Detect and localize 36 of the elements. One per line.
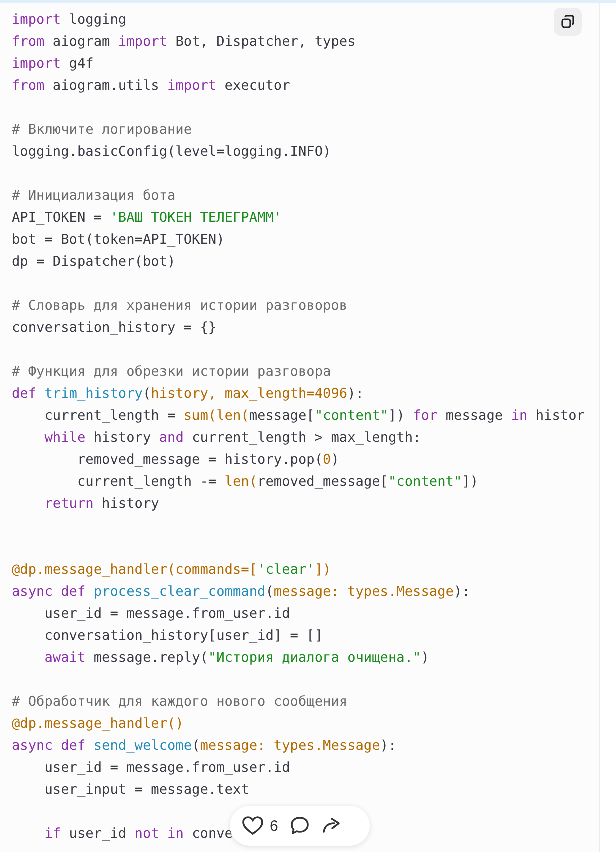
- code-line: logging.basicConfig(level=logging.INFO): [12, 143, 332, 162]
- like-count: 6: [270, 818, 278, 834]
- comment-icon[interactable]: [290, 816, 310, 836]
- share-icon[interactable]: [322, 817, 342, 835]
- code-line: from aiogram import Bot, Dispatcher, types: [12, 33, 356, 52]
- copy-button[interactable]: [554, 8, 582, 36]
- code-line: return history: [44, 495, 160, 514]
- code-line: # Обработчик для каждого нового сообщения: [12, 693, 348, 712]
- code-line: @dp.message_handler(commands=['clear']): [12, 561, 332, 580]
- code-line: # Функция для обрезки истории разговора: [12, 363, 332, 382]
- code-line: import logging: [12, 11, 127, 30]
- code-line: async def send_welcome(message: types.Message):: [12, 737, 397, 756]
- code-line: conversation_history[user_id] = []: [44, 627, 323, 646]
- code-line: dp = Dispatcher(bot): [12, 253, 176, 272]
- code-line: def trim_history(history, max_length=4096):: [12, 385, 364, 404]
- code-line: removed_message = history.pop(0): [76, 451, 340, 470]
- code-line: current_length -= len(removed_message["content"]): [76, 473, 479, 492]
- code-line: API_TOKEN = 'ВАШ ТОКЕН ТЕЛЕГРАММ': [12, 209, 282, 228]
- code-line: if user_id not in conve: [44, 825, 233, 844]
- copy-icon: [561, 15, 575, 29]
- code-line: await message.reply("История диалога очищена."): [44, 649, 430, 668]
- code-line: while history and current_length > max_length:: [44, 429, 422, 448]
- code-line: user_id = message.from_user.id: [44, 605, 290, 624]
- code-line: @dp.message_handler(): [12, 715, 184, 734]
- code-line: user_id = message.from_user.id: [44, 759, 290, 778]
- code-line: bot = Bot(token=API_TOKEN): [12, 231, 225, 250]
- code-line: # Инициализация бота: [12, 187, 176, 206]
- code-line: # Включите логирование: [12, 121, 192, 140]
- code-line: conversation_history = {}: [12, 319, 217, 338]
- code-line: current_length = sum(len(message["content"]) for message in histor: [44, 407, 585, 426]
- code-line: # Словарь для хранения истории разговоров: [12, 297, 348, 316]
- code-line: from aiogram.utils import executor: [12, 77, 290, 96]
- code-line: import g4f: [12, 55, 94, 74]
- code-line: async def process_clear_command(message: types.Message):: [12, 583, 470, 602]
- code-line: user_input = message.text: [44, 781, 250, 800]
- heart-icon[interactable]: [242, 816, 264, 836]
